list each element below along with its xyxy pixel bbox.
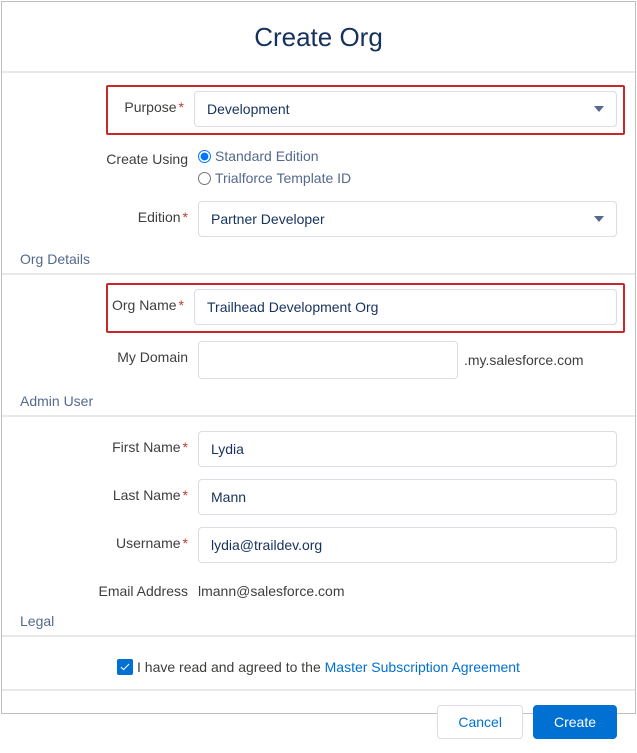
edition-select[interactable]: Partner Developer — [198, 201, 617, 237]
check-icon — [119, 661, 131, 673]
chevron-down-icon — [594, 216, 604, 222]
section-admin-user: Admin User — [2, 385, 635, 417]
radio-standard-input[interactable] — [198, 150, 211, 163]
create-button[interactable]: Create — [533, 705, 617, 739]
modal-title: Create Org — [2, 22, 635, 53]
legal-text: I have read and agreed to the Master Sub… — [137, 659, 520, 675]
orgname-label: Org Name* — [108, 289, 194, 313]
mydomain-suffix: .my.salesforce.com — [458, 352, 584, 368]
purpose-highlight: Purpose* Development — [106, 85, 625, 135]
lastname-label: Last Name* — [2, 479, 198, 503]
form-body: Purpose* Development Create Using Standa… — [2, 73, 635, 753]
orgname-highlight: Org Name* — [106, 283, 625, 333]
create-org-modal: Create Org Purpose* Development Create U… — [1, 1, 636, 714]
mydomain-input-wrap — [198, 341, 458, 379]
create-using-label: Create Using — [2, 143, 198, 167]
firstname-input[interactable] — [211, 441, 604, 457]
username-label: Username* — [2, 527, 198, 551]
radio-trialforce-input[interactable] — [198, 172, 211, 185]
orgname-input[interactable] — [207, 299, 604, 315]
purpose-select[interactable]: Development — [194, 91, 617, 127]
create-using-radios: Standard Edition Trialforce Template ID — [198, 143, 351, 189]
username-input-wrap — [198, 527, 617, 563]
edition-value: Partner Developer — [211, 211, 325, 227]
modal-footer: Cancel Create — [2, 689, 635, 753]
cancel-button[interactable]: Cancel — [437, 705, 523, 739]
radio-standard-edition[interactable]: Standard Edition — [198, 145, 351, 167]
lastname-input[interactable] — [211, 489, 604, 505]
firstname-label: First Name* — [2, 431, 198, 455]
lastname-input-wrap — [198, 479, 617, 515]
purpose-label: Purpose* — [108, 91, 194, 115]
msa-link[interactable]: Master Subscription Agreement — [325, 659, 520, 675]
email-label: Email Address — [2, 575, 198, 599]
email-value: lmann@salesforce.com — [198, 575, 345, 599]
username-input[interactable] — [211, 537, 604, 553]
mydomain-input[interactable] — [211, 351, 445, 367]
legal-row: I have read and agreed to the Master Sub… — [2, 645, 635, 689]
edition-label: Edition* — [2, 201, 198, 225]
orgname-input-wrap — [194, 289, 617, 325]
section-legal: Legal — [2, 605, 635, 637]
radio-trialforce[interactable]: Trialforce Template ID — [198, 167, 351, 189]
firstname-input-wrap — [198, 431, 617, 467]
chevron-down-icon — [594, 106, 604, 112]
agreement-checkbox[interactable] — [117, 659, 133, 675]
purpose-value: Development — [207, 101, 290, 117]
mydomain-label: My Domain — [2, 341, 198, 365]
section-org-details: Org Details — [2, 243, 635, 275]
modal-header: Create Org — [2, 2, 635, 73]
